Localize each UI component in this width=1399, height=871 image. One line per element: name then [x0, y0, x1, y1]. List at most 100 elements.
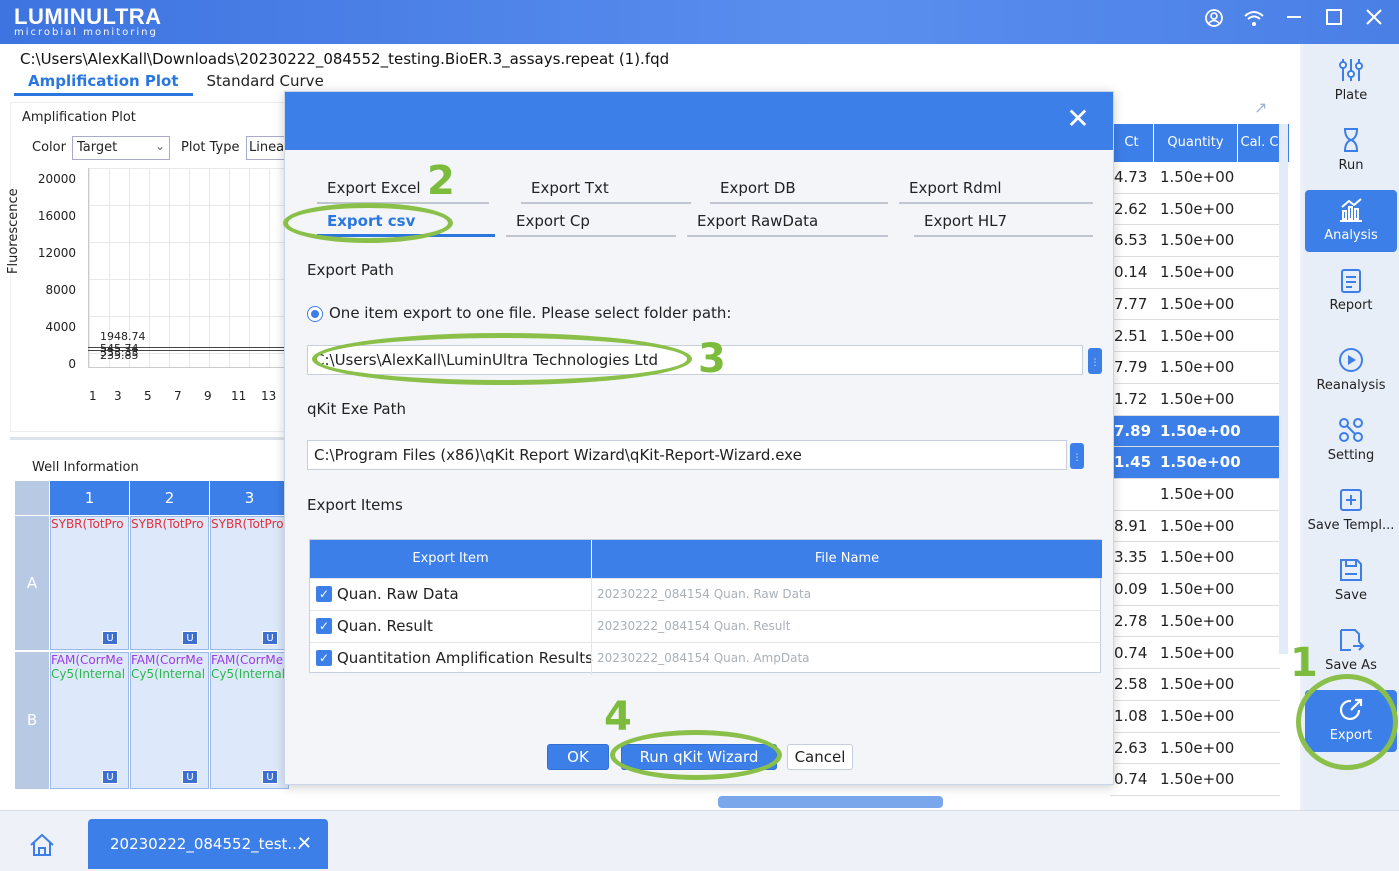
results-row[interactable]: 1.50e+00 [1110, 479, 1280, 511]
nav-report[interactable]: Report [1305, 260, 1397, 322]
cell-ct: 2.51 [1114, 326, 1148, 345]
close-tab-icon[interactable]: ✕ [297, 819, 312, 869]
nav-analysis[interactable]: Analysis [1305, 190, 1397, 252]
results-row[interactable]: 2.58 1.50e+00 [1110, 669, 1280, 701]
export-file-name[interactable]: 20230222_084154 Quan. Raw Data [597, 587, 811, 601]
checkbox-checked[interactable]: ✓ [316, 618, 332, 634]
results-row[interactable]: 8.91 1.50e+00 [1110, 511, 1280, 543]
results-row[interactable]: 1.08 1.50e+00 [1110, 701, 1280, 733]
col-header-ct[interactable]: Ct [1110, 124, 1154, 162]
well-cell-b2[interactable]: FAM(CorrMe Cy5(Internal U [130, 652, 209, 789]
close-window-icon[interactable] [1363, 8, 1385, 30]
results-row[interactable]: 6.53 1.50e+00 [1110, 225, 1280, 258]
nav-save[interactable]: Save [1305, 550, 1397, 612]
results-row[interactable]: 2.62 1.50e+00 [1110, 194, 1280, 226]
tab-export-txt[interactable]: Export Txt [521, 174, 691, 204]
export-mode-radio[interactable] [307, 306, 323, 322]
tab-export-rdml[interactable]: Export Rdml [899, 174, 1093, 204]
results-row[interactable]: 2.51 1.50e+00 [1110, 321, 1280, 353]
qkit-path-browse-button[interactable]: ⋮ [1070, 443, 1084, 469]
tab-export-rawdata[interactable]: Export RawData [687, 207, 888, 237]
cancel-button[interactable]: Cancel [787, 744, 853, 770]
results-row[interactable]: 7.77 1.50e+00 [1110, 289, 1280, 321]
well-cell-a1[interactable]: SYBR(TotPro U [50, 516, 129, 650]
well-row-header[interactable]: A [15, 516, 49, 650]
export-item-row[interactable]: ✓ Quan. Result 20230222_084154 Quan. Res… [310, 610, 1102, 643]
nav-run[interactable]: Run [1305, 120, 1397, 182]
x-tick: 13 [261, 389, 277, 403]
nav-setting[interactable]: Setting [1305, 410, 1397, 472]
results-row[interactable]: 0.74 1.50e+00 [1110, 638, 1280, 670]
nav-label: Analysis [1324, 228, 1378, 243]
home-icon[interactable] [28, 831, 56, 865]
nav-label: Save As [1325, 658, 1377, 673]
nav-save-template[interactable]: Save Templ... [1305, 480, 1397, 542]
results-row[interactable]: 3.35 1.50e+00 [1110, 542, 1280, 575]
results-row[interactable]: 2.63 1.50e+00 [1110, 733, 1280, 765]
minimize-icon[interactable] [1283, 8, 1305, 30]
results-row[interactable]: 1.45 1.50e+00 [1110, 447, 1280, 479]
results-row[interactable]: 7.79 1.50e+00 [1110, 352, 1280, 384]
document-tab[interactable]: 20230222_084552_test... ✕ [88, 819, 328, 869]
well-row-header[interactable]: B [15, 652, 49, 789]
export-file-name[interactable]: 20230222_084154 Quan. Result [597, 619, 790, 633]
tab-export-db[interactable]: Export DB [710, 174, 888, 204]
cell-quantity: 1.50e+00 [1160, 453, 1241, 472]
well-col-header[interactable]: 1 [50, 481, 129, 515]
well-col-header[interactable]: 2 [130, 481, 209, 515]
user-icon[interactable] [1203, 8, 1225, 30]
export-file-name[interactable]: 20230222_084154 Quan. AmpData [597, 651, 810, 665]
export-path-browse-button[interactable]: ⋮ [1088, 348, 1102, 374]
color-label: Color [32, 140, 66, 155]
export-item-row[interactable]: ✓ Quantitation Amplification Results 202… [310, 642, 1102, 675]
cell-ct: 0.14 [1114, 263, 1148, 282]
well-cell-b1[interactable]: FAM(CorrMe Cy5(Internal U [50, 652, 129, 789]
expand-icon[interactable]: ↗ [1254, 98, 1267, 117]
tab-export-hl7[interactable]: Export HL7 [914, 207, 1093, 237]
cell-ct: 2.62 [1114, 199, 1148, 218]
nav-plate[interactable]: Plate [1305, 50, 1397, 112]
well-cell-a3[interactable]: SYBR(TotPro U [210, 516, 289, 650]
tab-export-cp[interactable]: Export Cp [506, 207, 676, 237]
plot-type-select[interactable]: Linear [246, 136, 286, 160]
checkbox-checked[interactable]: ✓ [316, 650, 332, 666]
report-icon [1336, 266, 1366, 294]
x-tick: 1 [89, 389, 97, 403]
ok-button[interactable]: OK [547, 744, 609, 770]
tab-amplification-plot[interactable]: Amplification Plot [14, 70, 193, 96]
export-item-row[interactable]: ✓ Quan. Raw Data 20230222_084154 Quan. R… [310, 578, 1102, 611]
cell-ct: 2.78 [1114, 611, 1148, 630]
qkit-path-input[interactable]: C:\Program Files (x86)\qKit Report Wizar… [307, 440, 1067, 470]
well-cell-b3[interactable]: FAM(CorrMe Cy5(Internal U [210, 652, 289, 789]
results-row[interactable]: 0.09 1.50e+00 [1110, 574, 1280, 606]
well-cell-a2[interactable]: SYBR(TotPro U [130, 516, 209, 650]
results-row[interactable]: 0.74 1.50e+00 [1110, 764, 1280, 796]
cell-ct: 0.74 [1114, 770, 1148, 789]
tab-export-excel[interactable]: Export Excel [317, 174, 489, 204]
export-item-name: Quan. Raw Data [337, 585, 459, 603]
results-row[interactable]: 4.73 1.50e+00 [1110, 162, 1280, 194]
color-select[interactable]: Target ⌄ [72, 136, 170, 160]
checkbox-checked[interactable]: ✓ [316, 586, 332, 602]
col-header-quantity[interactable]: Quantity [1154, 124, 1238, 162]
well-col-header[interactable]: 3 [210, 481, 289, 515]
vertical-scrollbar[interactable] [1279, 124, 1288, 654]
export-dialog: ✕ Export Excel Export Txt Export DB Expo… [284, 91, 1114, 785]
nav-save-as[interactable]: Save As [1305, 620, 1397, 682]
save-template-icon [1336, 486, 1366, 514]
results-row[interactable]: 2.78 1.50e+00 [1110, 606, 1280, 638]
nav-reanalysis[interactable]: Reanalysis [1305, 340, 1397, 402]
cell-quantity: 1.50e+00 [1160, 389, 1235, 408]
well-badge: U [262, 770, 278, 784]
maximize-icon[interactable] [1323, 8, 1345, 30]
cell-ct: 3.35 [1114, 548, 1148, 567]
well-target: FAM(CorrMe [131, 653, 204, 667]
well-badge: U [102, 631, 118, 645]
wifi-icon[interactable] [1243, 8, 1265, 30]
results-row[interactable]: 7.89 1.50e+00 [1110, 415, 1280, 448]
horizontal-scrollbar[interactable] [718, 796, 943, 808]
col-header-export-item: Export Item [310, 540, 591, 578]
close-icon[interactable]: ✕ [1063, 104, 1093, 134]
results-row[interactable]: 1.72 1.50e+00 [1110, 384, 1280, 416]
results-row[interactable]: 0.14 1.50e+00 [1110, 257, 1280, 289]
